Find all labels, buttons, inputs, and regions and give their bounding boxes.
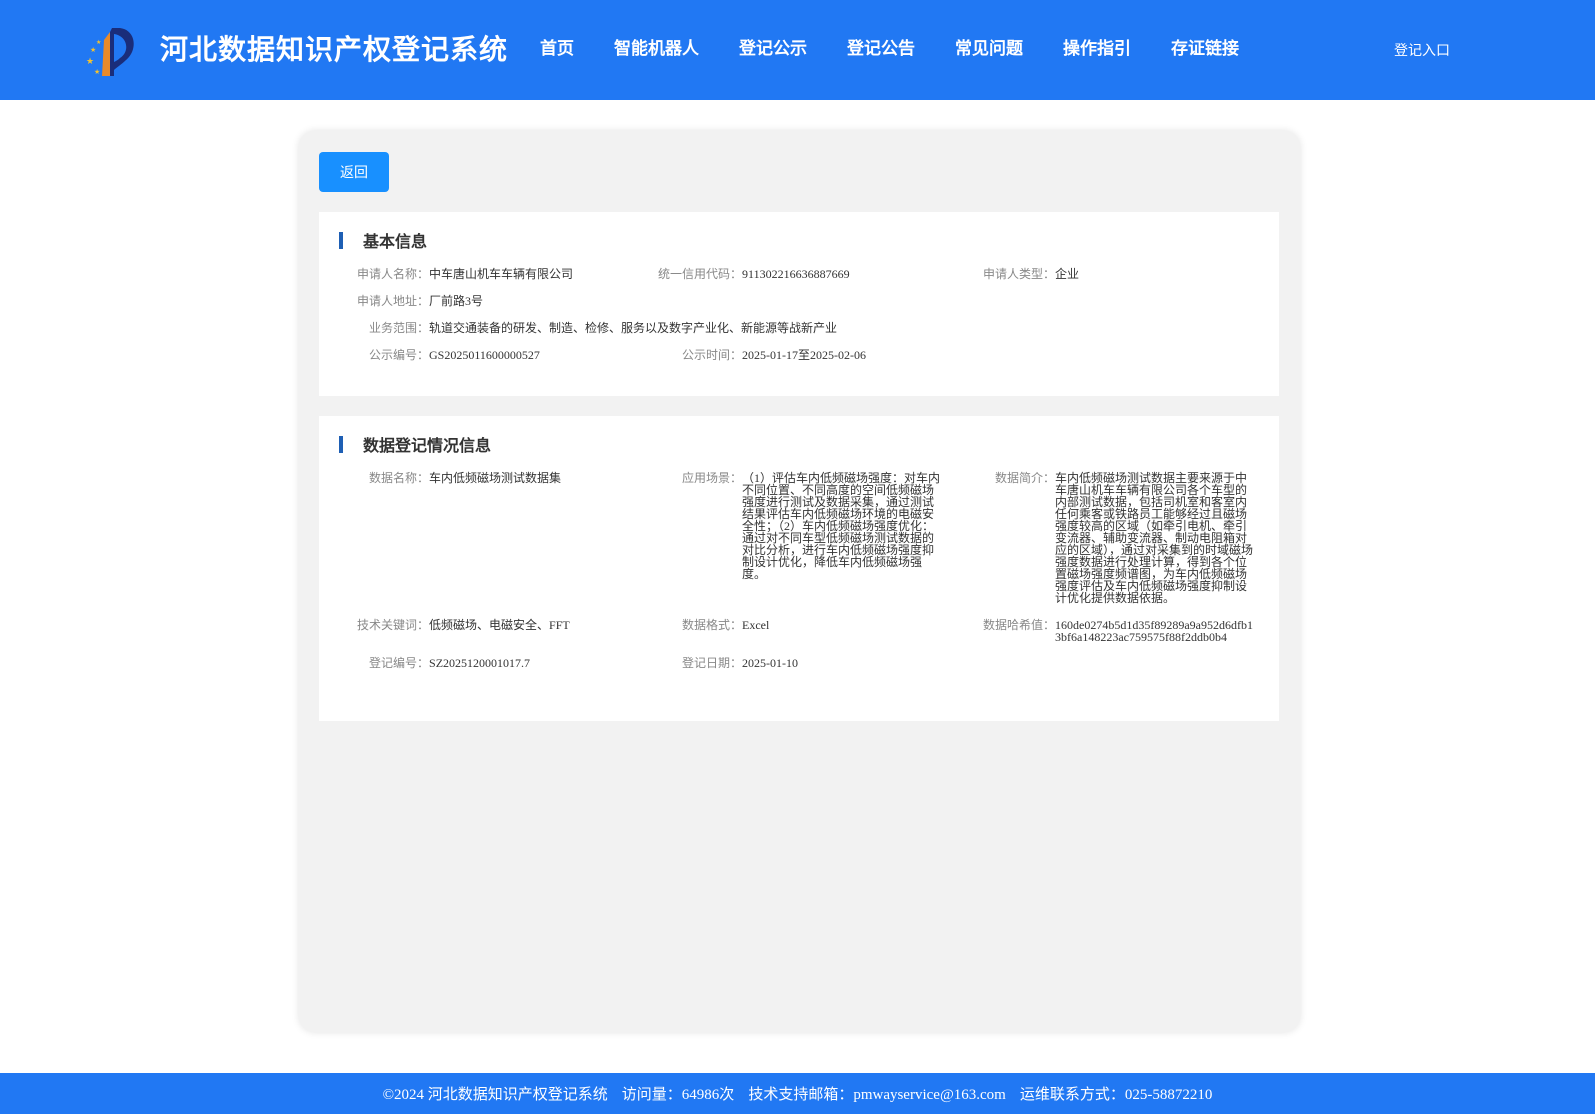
footer-support-email: 技术支持邮箱：pmwayservice@163.com <box>748 1087 1006 1103</box>
field-label: 申请人名称： <box>357 267 430 281</box>
field-registration-number: 登记编号： SZ2025120001017.7 <box>369 657 530 669</box>
field-value: 911302216636887669 <box>742 267 850 281</box>
nav-item-guide[interactable]: 操作指引 <box>1063 34 1131 59</box>
field-value: GS2025011600000527 <box>429 348 540 362</box>
nav-item-announcement[interactable]: 登记公告 <box>847 34 915 59</box>
data-registration-card: 数据登记情况信息 数据名称： 车内低频磁场测试数据集 应用场景： （1）评估车内… <box>319 416 1279 721</box>
svg-text:★: ★ <box>96 39 101 46</box>
field-data-name: 数据名称： 车内低频磁场测试数据集 <box>369 472 561 484</box>
field-label: 公示编号： <box>369 348 430 362</box>
site-logo-icon[interactable]: ★ ★ ★ ★ <box>82 24 138 80</box>
data-registration-heading: 数据登记情况信息 <box>339 435 492 455</box>
field-label: 公示时间： <box>682 348 743 362</box>
svg-text:★: ★ <box>94 68 100 76</box>
page-footer: ©2024 河北数据知识产权登记系统 访问量：64986次 技术支持邮箱：pmw… <box>0 1073 1595 1114</box>
field-label: 登记编号： <box>369 656 430 670</box>
field-value: 厂前路3号 <box>429 294 484 308</box>
top-header: ★ ★ ★ ★ 河北数据知识产权登记系统 首页 智能机器人 登记公示 登记公告 … <box>0 0 1595 100</box>
basic-info-heading: 基本信息 <box>339 231 428 251</box>
field-value: 2025-01-10 <box>742 656 799 670</box>
field-data-hash: 数据哈希值： 160de0274b5d1d35f89289a9a952d6dfb… <box>983 619 1255 643</box>
field-data-format: 数据格式： Excel <box>682 619 769 631</box>
footer-copyright: ©2024 河北数据知识产权登记系统 <box>382 1087 608 1103</box>
field-data-intro: 数据简介： 车内低频磁场测试数据主要来源于中车唐山机车车辆有限公司各个车型的内部… <box>995 472 1255 604</box>
section-title-text: 数据登记情况信息 <box>363 436 492 455</box>
field-label: 数据格式： <box>682 618 743 632</box>
nav-item-faq[interactable]: 常见问题 <box>955 34 1023 59</box>
field-label: 数据哈希值： <box>983 618 1056 632</box>
field-value: 2025-01-17至2025-02-06 <box>742 348 867 362</box>
field-business-scope: 业务范围： 轨道交通装备的研发、制造、检修、服务以及数字产业化、新能源等战新产业 <box>369 322 837 334</box>
field-label: 登记日期： <box>682 656 743 670</box>
section-title-text: 基本信息 <box>363 232 428 251</box>
field-label: 统一信用代码： <box>658 267 743 281</box>
field-value: （1）评估车内低频磁场强度：对车内不同位置、不同高度的空间低频磁场强度进行测试及… <box>742 471 941 581</box>
field-label: 数据简介： <box>995 471 1056 485</box>
nav-item-evidence[interactable]: 存证链接 <box>1171 34 1239 59</box>
field-label: 申请人类型： <box>983 267 1056 281</box>
field-application-scenario: 应用场景： （1）评估车内低频磁场强度：对车内不同位置、不同高度的空间低频磁场强… <box>682 472 942 580</box>
field-value: 中车唐山机车车辆有限公司 <box>429 267 574 281</box>
field-credit-code: 统一信用代码： 911302216636887669 <box>658 268 850 280</box>
field-address: 申请人地址： 厂前路3号 <box>357 295 483 307</box>
nav-item-home[interactable]: 首页 <box>540 34 574 59</box>
back-button[interactable]: 返回 <box>319 152 389 192</box>
basic-info-card: 基本信息 申请人名称： 中车唐山机车车辆有限公司 统一信用代码： 9113022… <box>319 212 1279 396</box>
field-notice-time: 公示时间： 2025-01-17至2025-02-06 <box>682 349 866 361</box>
field-notice-number: 公示编号： GS2025011600000527 <box>369 349 540 361</box>
field-label: 技术关键词： <box>357 618 430 632</box>
main-nav: 首页 智能机器人 登记公示 登记公告 常见问题 操作指引 存证链接 <box>540 34 1279 59</box>
field-label: 数据名称： <box>369 471 430 485</box>
field-value: 轨道交通装备的研发、制造、检修、服务以及数字产业化、新能源等战新产业 <box>429 321 838 335</box>
field-keywords: 技术关键词： 低频磁场、电磁安全、FFT <box>357 619 570 631</box>
nav-item-robot[interactable]: 智能机器人 <box>614 34 699 59</box>
nav-item-publicity[interactable]: 登记公示 <box>739 34 807 59</box>
section-bar <box>339 435 343 453</box>
login-link[interactable]: 登记入口 <box>1394 40 1450 60</box>
field-label: 业务范围： <box>369 321 430 335</box>
footer-visits: 访问量：64986次 <box>621 1087 735 1103</box>
field-value: Excel <box>742 618 770 632</box>
field-value: SZ2025120001017.7 <box>429 656 531 670</box>
field-applicant-name: 申请人名称： 中车唐山机车车辆有限公司 <box>357 268 573 280</box>
field-value: 低频磁场、电磁安全、FFT <box>429 618 570 632</box>
svg-text:★: ★ <box>90 46 96 54</box>
field-label: 应用场景： <box>682 471 743 485</box>
field-value: 160de0274b5d1d35f89289a9a952d6dfb13bf6a1… <box>1055 618 1253 644</box>
footer-contact: 运维联系方式：025-58872210 <box>1019 1087 1213 1103</box>
field-value: 车内低频磁场测试数据主要来源于中车唐山机车车辆有限公司各个车型的内部测试数据，包… <box>1055 471 1254 605</box>
detail-panel: 返回 基本信息 申请人名称： 中车唐山机车车辆有限公司 统一信用代码： 9113… <box>299 131 1300 1032</box>
field-applicant-type: 申请人类型： 企业 <box>983 268 1079 280</box>
field-value: 企业 <box>1055 267 1080 281</box>
field-value: 车内低频磁场测试数据集 <box>429 471 562 485</box>
field-registration-date: 登记日期： 2025-01-10 <box>682 657 798 669</box>
section-bar <box>339 231 343 249</box>
svg-text:★: ★ <box>86 57 94 67</box>
field-label: 申请人地址： <box>357 294 430 308</box>
site-title: 河北数据知识产权登记系统 <box>160 33 509 66</box>
